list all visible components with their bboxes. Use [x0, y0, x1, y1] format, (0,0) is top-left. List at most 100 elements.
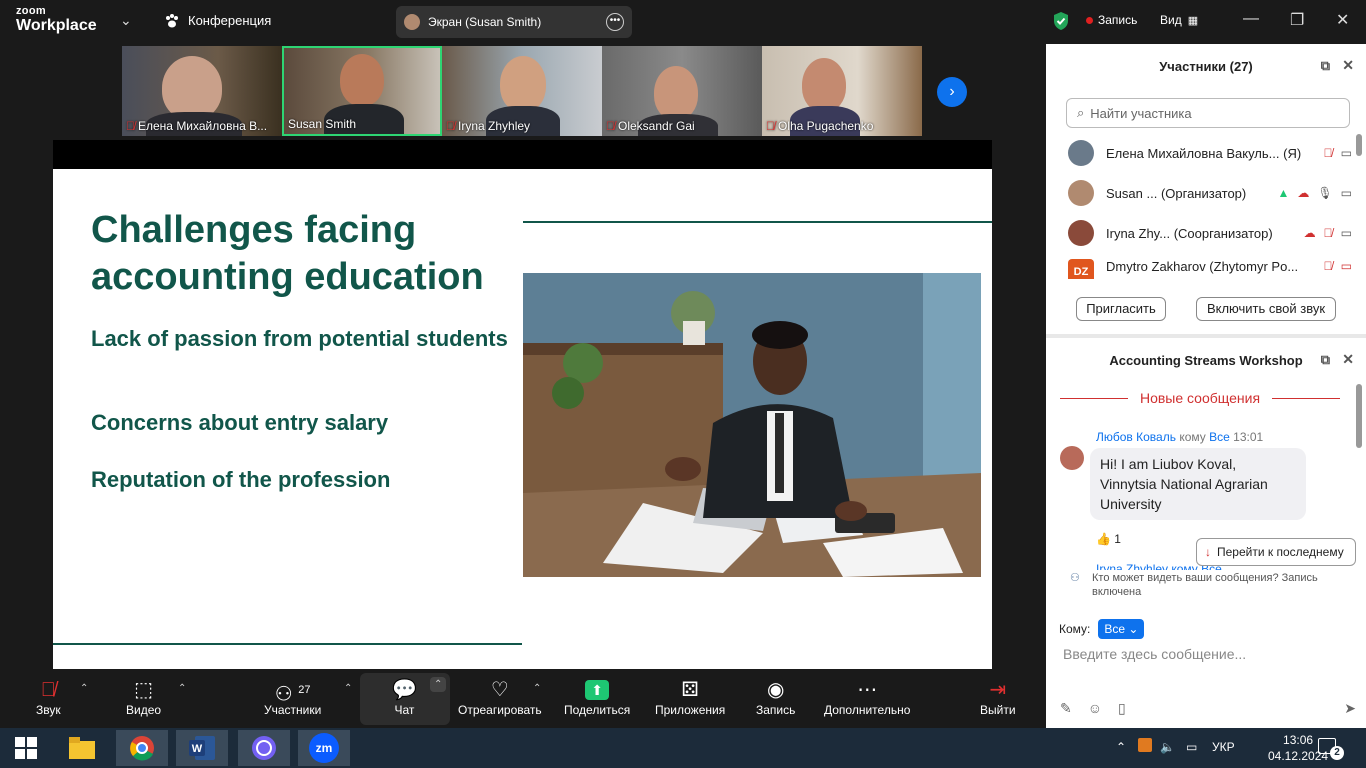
- volume-icon[interactable]: 🔈: [1160, 740, 1175, 754]
- popout-icon[interactable]: ⧉: [1321, 58, 1330, 74]
- jump-to-latest-button[interactable]: ↓ Перейти к последнему: [1196, 538, 1356, 566]
- svg-text:W: W: [192, 743, 203, 755]
- tray-overflow-icon[interactable]: ⌃: [1116, 740, 1126, 754]
- audio-button[interactable]: 🎙̸ Звук: [36, 677, 61, 717]
- close-icon[interactable]: ✕: [1342, 351, 1354, 368]
- zoom-app-window: zoom Workplace ⌄ Конференция Экран (Susa…: [0, 0, 1366, 768]
- notifications-icon[interactable]: 2: [1318, 738, 1344, 760]
- participants-button[interactable]: ⚇ 27 Участники: [264, 677, 321, 717]
- screen-share-label: Экран (Susan Smith): [428, 15, 542, 29]
- recording-indicator[interactable]: Запись: [1086, 13, 1137, 27]
- muted-mic-icon[interactable]: 🎙̸: [1324, 146, 1333, 160]
- chrome-icon[interactable]: [116, 730, 168, 766]
- file-explorer-icon[interactable]: [56, 730, 108, 766]
- minimize-icon[interactable]: —: [1243, 10, 1259, 28]
- slide-bullet: Concerns about entry salary: [91, 410, 389, 435]
- unmute-self-button[interactable]: Включить свой звук: [1196, 297, 1336, 321]
- participants-scrollbar[interactable]: [1356, 134, 1362, 156]
- participants-options-caret[interactable]: ⌃: [344, 683, 352, 694]
- participant-name: Dmytro Zakharov (Zhytomyr Po...: [1106, 259, 1299, 274]
- invite-button[interactable]: Пригласить: [1076, 297, 1166, 321]
- maximize-icon[interactable]: ❐: [1290, 10, 1304, 30]
- share-screen-icon: ⬆: [585, 680, 610, 700]
- video-button[interactable]: ⬚ Видео: [126, 677, 161, 717]
- leave-icon: ⇥: [989, 679, 1007, 701]
- recipient-select[interactable]: Все ⌄: [1098, 619, 1145, 639]
- leave-button[interactable]: ⇥ Выйти: [980, 677, 1016, 717]
- sharing-icon: ▲: [1277, 186, 1290, 200]
- message-author[interactable]: Любов Коваль: [1096, 430, 1176, 444]
- camera-off-icon[interactable]: ▭: [1341, 259, 1352, 273]
- chevron-down-icon[interactable]: ⌄: [120, 12, 132, 29]
- word-icon[interactable]: W: [176, 730, 228, 766]
- chat-message-input[interactable]: Введите здесь сообщение...: [1063, 646, 1246, 662]
- video-tile[interactable]: 🎙̸ Iryna Zhyhley: [442, 46, 602, 136]
- participant-row[interactable]: Iryna Zhy... (Соорганизатор) ☁ 🎙̸ ▭: [1068, 213, 1352, 253]
- video-tile-active-speaker[interactable]: Susan Smith: [282, 46, 442, 136]
- audio-options-caret[interactable]: ⌃: [80, 683, 88, 694]
- meeting-label: Конференция: [188, 13, 272, 28]
- grid-icon: ▦: [1187, 14, 1199, 27]
- share-button[interactable]: ⬆ Поделиться: [564, 677, 630, 717]
- react-button[interactable]: ♡ Отреагировать: [458, 677, 542, 717]
- avatar: [404, 14, 420, 30]
- view-label: Вид: [1160, 13, 1182, 27]
- muted-mic-icon[interactable]: 🎙̸: [1324, 226, 1333, 240]
- message-reaction[interactable]: 👍 1: [1096, 532, 1121, 546]
- cloud-record-icon: ☁: [1297, 186, 1310, 200]
- chat-options-caret[interactable]: ⌃: [430, 677, 447, 692]
- video-tile[interactable]: 🎙̸ Olha Pugachenko: [762, 46, 922, 136]
- react-options-caret[interactable]: ⌃: [533, 683, 541, 694]
- chat-icon: 💬: [392, 679, 417, 701]
- chat-privacy-note[interactable]: ⚇ Кто может видеть ваши сообщения? Запис…: [1070, 571, 1352, 599]
- emoji-icon[interactable]: ☺: [1088, 700, 1102, 717]
- close-icon[interactable]: ✕: [1336, 10, 1349, 30]
- meeting-info-button[interactable]: Конференция: [164, 13, 271, 28]
- view-button[interactable]: Вид ▦: [1160, 13, 1198, 27]
- participant-row[interactable]: Елена Михайловна Вакуль... (Я) 🎙̸ ▭: [1068, 133, 1352, 173]
- camera-icon[interactable]: ▭: [1341, 186, 1352, 200]
- video-tile[interactable]: 🎙̸ Елена Михайловна В...: [122, 46, 282, 136]
- more-icon[interactable]: •••: [606, 13, 624, 31]
- language-indicator[interactable]: УКР: [1212, 740, 1235, 754]
- chat-header: Accounting Streams Workshop ⧉ ✕: [1046, 338, 1366, 382]
- video-options-caret[interactable]: ⌃: [178, 683, 186, 694]
- chat-title: Accounting Streams Workshop: [1109, 352, 1303, 368]
- screen-share-pill[interactable]: Экран (Susan Smith) •••: [396, 6, 632, 38]
- zoom-taskbar-icon[interactable]: zm: [298, 730, 350, 766]
- close-icon[interactable]: ✕: [1342, 57, 1354, 74]
- camera-icon[interactable]: ▭: [1341, 146, 1352, 160]
- app-tray-icon[interactable]: [1138, 738, 1152, 755]
- participants-header: Участники (27) ⧉ ✕: [1046, 44, 1366, 88]
- video-tile[interactable]: 🎙̸ Oleksandr Gai: [602, 46, 762, 136]
- search-placeholder: Найти участника: [1090, 105, 1192, 121]
- viber-icon[interactable]: [238, 730, 290, 766]
- participant-row[interactable]: Susan ... (Организатор) ▲ ☁ 🎙 ▭: [1068, 173, 1352, 213]
- send-icon[interactable]: ➤: [1344, 700, 1356, 717]
- new-messages-separator: Новые сообщения: [1060, 390, 1341, 406]
- file-icon[interactable]: ▯: [1118, 700, 1126, 717]
- chat-tools: ✎ ☺ ▯ ➤: [1060, 700, 1356, 717]
- popout-icon[interactable]: ⧉: [1321, 352, 1330, 368]
- chat-message-bubble[interactable]: Hi! I am Liubov Koval, Vinnytsia Nationa…: [1090, 448, 1306, 520]
- more-button[interactable]: ⋯ Дополнительно: [824, 677, 910, 717]
- apps-button[interactable]: ⚄ Приложения: [655, 677, 725, 717]
- cloud-record-icon: ☁: [1303, 226, 1316, 240]
- windows-start-icon[interactable]: [0, 730, 52, 766]
- participant-search-input[interactable]: ⌕ Найти участника: [1066, 98, 1350, 128]
- participant-face: [340, 54, 384, 106]
- participant-row[interactable]: DZ Dmytro Zakharov (Zhytomyr Po... 🎙̸ ▭: [1068, 253, 1352, 279]
- format-icon[interactable]: ✎: [1060, 700, 1072, 717]
- muted-mic-icon[interactable]: 🎙̸: [1324, 259, 1333, 273]
- record-button[interactable]: ◉ Запись: [756, 677, 795, 717]
- chat-button[interactable]: 💬 Чат: [392, 677, 417, 717]
- security-shield-icon[interactable]: [1052, 11, 1070, 31]
- muted-mic-icon: 🎙̸: [446, 119, 455, 133]
- chat-scrollbar[interactable]: [1356, 384, 1362, 448]
- meeting-toolbar: 🎙̸ Звук ⌃ ⬚ Видео ⌃ ⚇ 27 Участники ⌃ 💬 Ч…: [0, 669, 1046, 728]
- next-page-arrow-icon[interactable]: ›: [937, 77, 967, 107]
- muted-mic-icon: 🎙̸: [606, 119, 615, 133]
- mic-icon[interactable]: 🎙: [1317, 186, 1332, 200]
- network-icon[interactable]: ▭: [1186, 740, 1197, 754]
- camera-icon[interactable]: ▭: [1341, 226, 1352, 240]
